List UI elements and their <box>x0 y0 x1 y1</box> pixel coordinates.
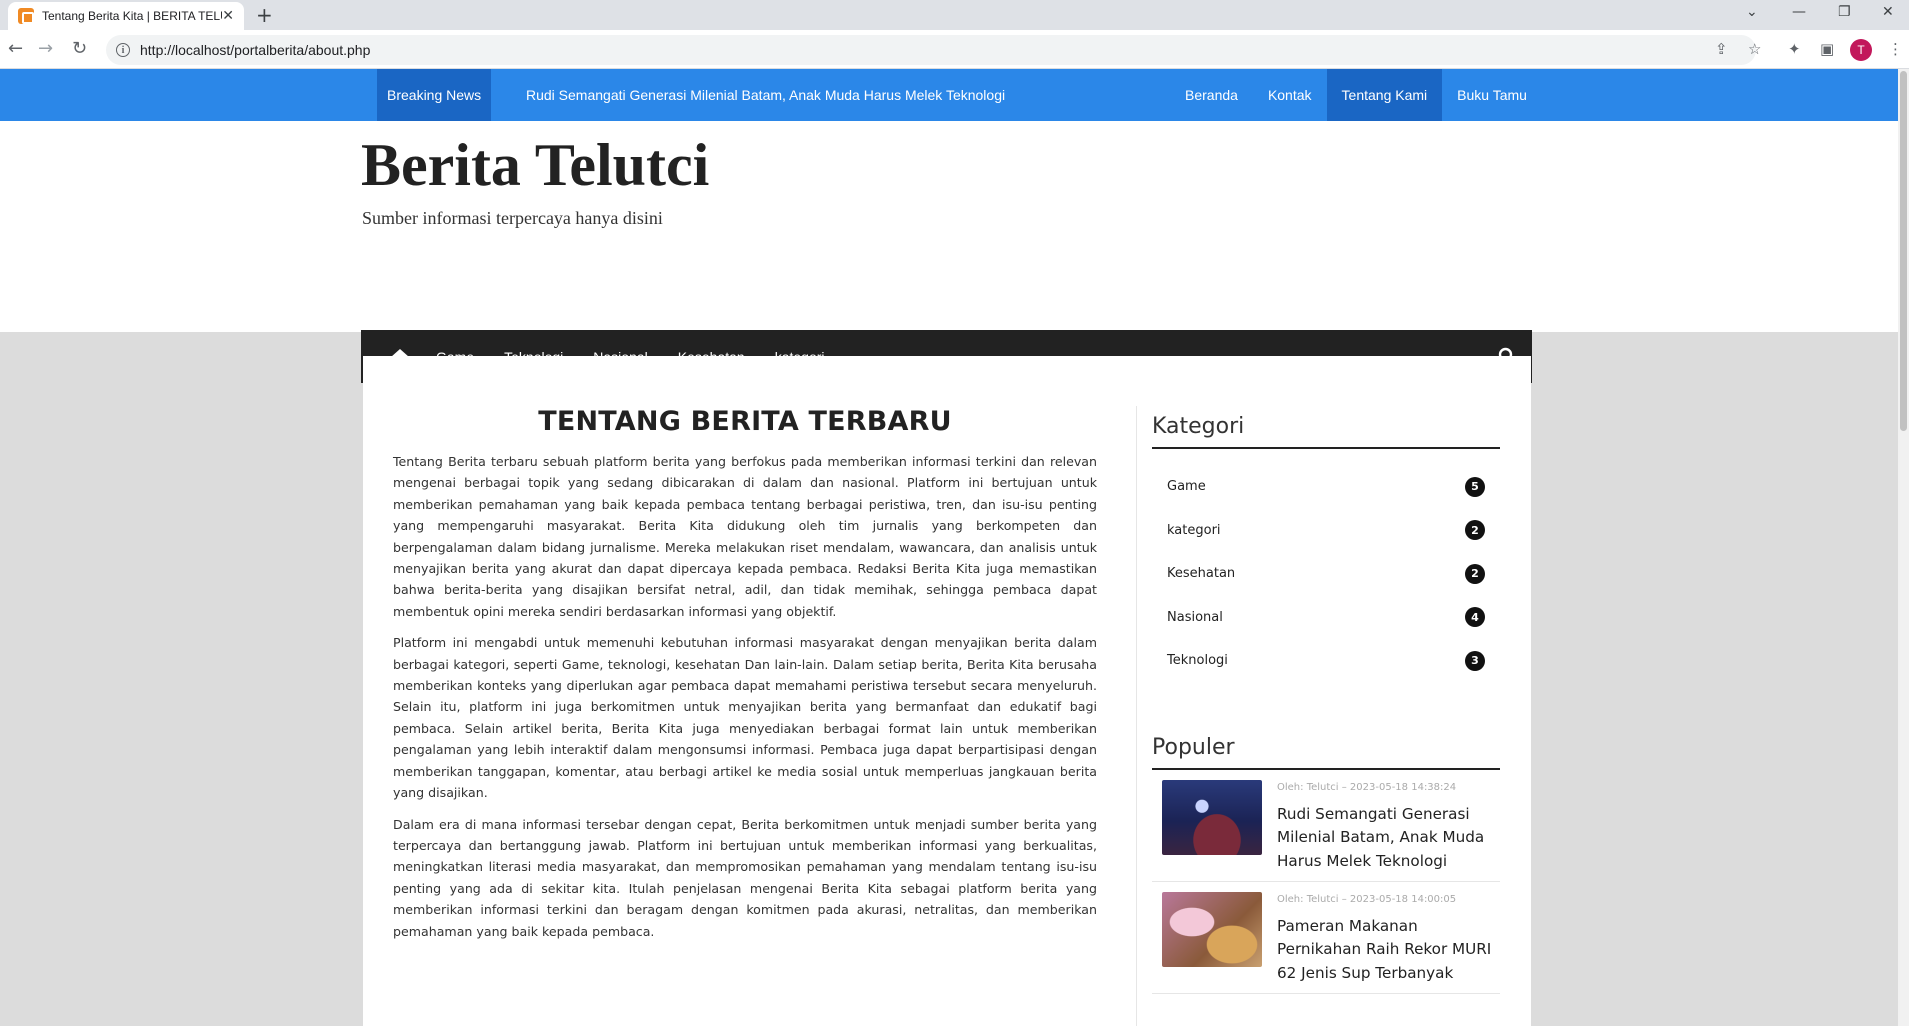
scrollbar-thumb[interactable] <box>1900 71 1907 431</box>
populer-thumbnail[interactable] <box>1162 891 1262 967</box>
news-ticker-link[interactable]: Rudi Semangati Generasi Milenial Batam, … <box>526 69 1005 121</box>
article-paragraph: Platform ini mengabdi untuk memenuhi keb… <box>393 635 1097 801</box>
populer-meta: Oleh: Telutci – 2023-05-18 14:38:24 <box>1277 781 1457 793</box>
menu-icon[interactable]: ⋮ <box>1888 40 1903 58</box>
topnav-buku-tamu[interactable]: Buku Tamu <box>1442 69 1542 121</box>
article-paragraph: Tentang Berita terbaru sebuah platform b… <box>393 454 1097 619</box>
topnav-beranda[interactable]: Beranda <box>1170 69 1253 121</box>
profile-avatar[interactable]: T <box>1850 39 1872 61</box>
breaking-news-label: Breaking News <box>377 69 492 121</box>
category-item-nasional[interactable]: Nasional 4 <box>1152 596 1500 640</box>
content-card: TENTANG BERITA TERBARU Tentang Berita te… <box>363 356 1531 1026</box>
topnav-tentang-kami[interactable]: Tentang Kami <box>1326 69 1443 121</box>
category-count-badge: 2 <box>1465 520 1485 541</box>
browser-tabstrip: Tentang Berita Kita | BERITA TELUTCI ✕ +… <box>0 0 1909 30</box>
category-count-badge: 2 <box>1465 563 1485 584</box>
site-header: Berita Telutci Sumber informasi terperca… <box>0 121 1898 332</box>
populer-item[interactable]: Oleh: Telutci – 2023-05-18 14:00:05 Pame… <box>1152 882 1500 994</box>
populer-section: Populer Oleh: Telutci – 2023-05-18 14:38… <box>1152 735 1500 994</box>
populer-title-link[interactable]: Pameran Makanan Pernikahan Raih Rekor MU… <box>1277 915 1500 986</box>
category-item-kategori[interactable]: kategori 2 <box>1152 509 1500 553</box>
category-name: Teknologi <box>1167 653 1228 669</box>
category-count-badge: 3 <box>1465 650 1485 671</box>
tab-search-icon[interactable]: ⌄ <box>1746 4 1758 20</box>
category-count-badge: 4 <box>1465 607 1485 628</box>
top-nav: Beranda Kontak Tentang Kami Buku Tamu <box>1170 69 1542 121</box>
page-scrollbar[interactable] <box>1898 69 1909 1026</box>
site-info-icon[interactable]: i <box>116 43 130 57</box>
minimize-icon[interactable]: — <box>1792 4 1806 20</box>
browser-tab[interactable]: Tentang Berita Kita | BERITA TELUTCI ✕ <box>8 2 244 30</box>
url-text: http://localhost/portalberita/about.php <box>140 42 371 58</box>
category-item-game[interactable]: Game 5 <box>1152 465 1500 509</box>
topnav-kontak[interactable]: Kontak <box>1253 69 1327 121</box>
site-tagline: Sumber informasi terpercaya hanya disini <box>362 208 663 228</box>
tab-title: Tentang Berita Kita | BERITA TELUTCI <box>42 9 222 23</box>
populer-thumbnail[interactable] <box>1162 779 1262 855</box>
share-icon[interactable]: ⇪ <box>1715 40 1728 58</box>
article-paragraph: Dalam era di mana informasi tersebar den… <box>393 816 1097 939</box>
category-name: Game <box>1167 479 1206 495</box>
populer-item[interactable]: Oleh: Telutci – 2023-05-18 14:38:24 Rudi… <box>1152 770 1500 882</box>
populer-meta: Oleh: Telutci – 2023-05-18 14:00:05 <box>1277 893 1457 905</box>
top-bar: Breaking News Rudi Semangati Generasi Mi… <box>0 69 1898 121</box>
restore-icon[interactable]: ❐ <box>1838 4 1851 20</box>
side-panel-icon[interactable]: ▣ <box>1820 40 1834 58</box>
kategori-title: Kategori <box>1152 414 1500 449</box>
forward-icon[interactable]: → <box>38 38 53 59</box>
site-title[interactable]: Berita Telutci <box>361 131 709 200</box>
article: TENTANG BERITA TERBARU Tentang Berita te… <box>393 406 1097 952</box>
category-name: Kesehatan <box>1167 566 1236 582</box>
web-page: Breaking News Rudi Semangati Generasi Mi… <box>0 69 1898 1026</box>
new-tab-icon[interactable]: + <box>256 3 273 27</box>
close-window-icon[interactable]: ✕ <box>1882 4 1894 20</box>
close-tab-icon[interactable]: ✕ <box>222 8 234 24</box>
category-name: kategori <box>1167 522 1221 538</box>
browser-toolbar: ← → ↻ i http://localhost/portalberita/ab… <box>0 30 1909 69</box>
extensions-icon[interactable]: ✦ <box>1788 40 1801 58</box>
category-count-badge: 5 <box>1465 476 1485 497</box>
category-item-teknologi[interactable]: Teknologi 3 <box>1152 639 1500 683</box>
category-list: Game 5 kategori 2 Kesehatan 2 Nasional 4… <box>1152 465 1500 683</box>
bookmark-star-icon[interactable]: ☆ <box>1748 40 1761 58</box>
address-bar[interactable]: i http://localhost/portalberita/about.ph… <box>106 35 1756 65</box>
back-icon[interactable]: ← <box>8 38 23 59</box>
site-favicon-icon <box>18 8 34 24</box>
category-name: Nasional <box>1167 609 1223 625</box>
category-item-kesehatan[interactable]: Kesehatan 2 <box>1152 552 1500 596</box>
reload-icon[interactable]: ↻ <box>72 38 87 59</box>
column-divider <box>1136 406 1137 1026</box>
sidebar: Kategori Game 5 kategori 2 Kesehatan 2 N… <box>1152 414 1500 994</box>
populer-title: Populer <box>1152 735 1500 770</box>
populer-title-link[interactable]: Rudi Semangati Generasi Milenial Batam, … <box>1277 803 1500 874</box>
article-heading: TENTANG BERITA TERBARU <box>538 406 952 437</box>
